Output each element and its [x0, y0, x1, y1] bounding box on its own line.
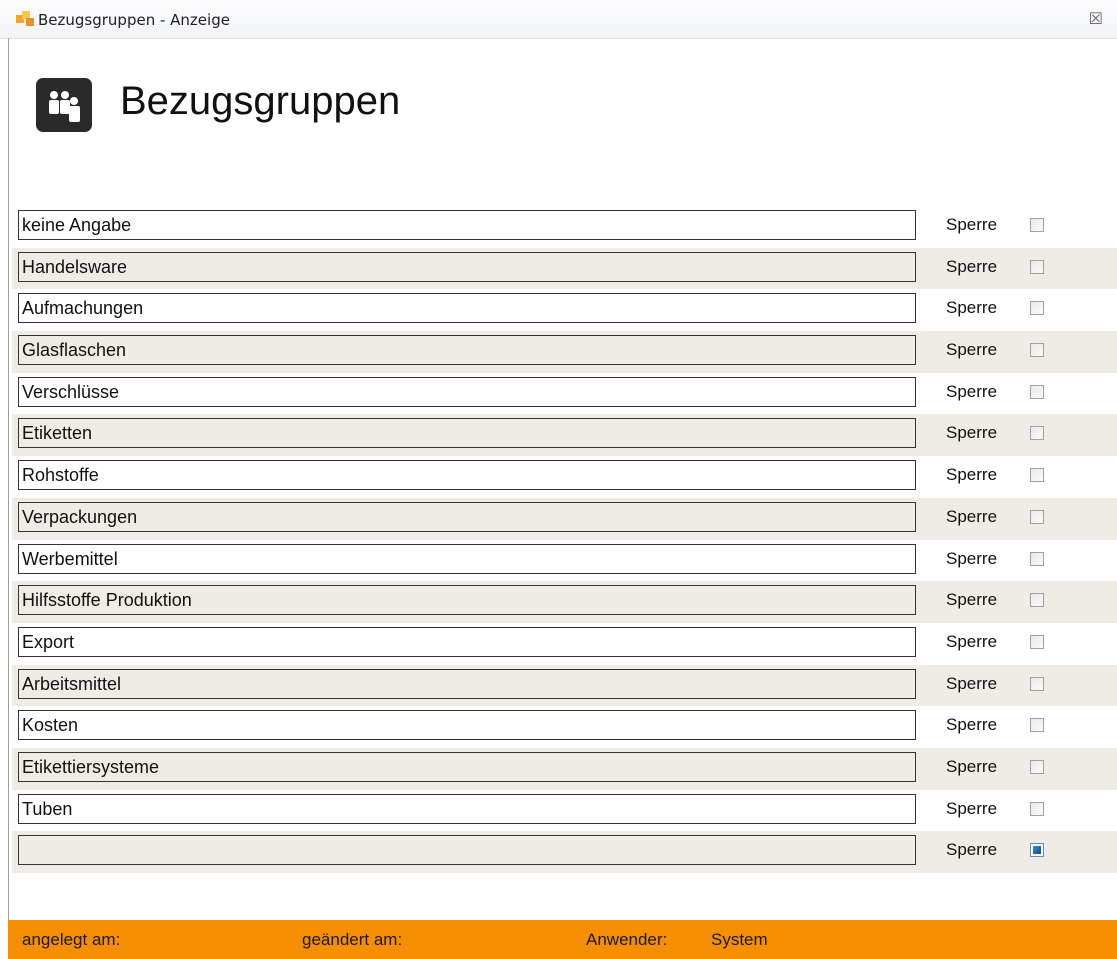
lock-label: Sperre [946, 298, 998, 318]
lock-checkbox[interactable] [1030, 426, 1044, 441]
list-item: Rohstoffe Sperre [12, 456, 1117, 498]
created-label: angelegt am: [22, 930, 121, 949]
group-name-field[interactable]: Etikettiersysteme [18, 751, 916, 782]
lock-label: Sperre [946, 340, 998, 360]
group-name-field[interactable]: Etiketten [18, 418, 916, 449]
app-icon [16, 11, 34, 26]
list-item: Handelsware Sperre [12, 247, 1117, 290]
lock-label: Sperre [946, 423, 998, 443]
window-titlebar: Bezugsgruppen - Anzeige ☒ [0, 0, 1117, 39]
lock-label: Sperre [946, 256, 998, 276]
lock-label: Sperre [946, 756, 998, 776]
lock-label: Sperre [946, 506, 998, 526]
list-item: Kosten Sperre [12, 706, 1117, 748]
group-name-field[interactable]: Hilfsstoffe Produktion [18, 585, 916, 616]
lock-checkbox[interactable] [1030, 468, 1044, 483]
user-label: Anwender: [586, 930, 668, 949]
lock-checkbox[interactable] [1030, 634, 1044, 649]
list-item: Etiketten Sperre [12, 414, 1117, 457]
groups-list: keine Angabe Sperre Handelsware Sperre Aufma… [12, 206, 1117, 873]
list-item: Hilfsstoffe Produktion Sperre [12, 581, 1117, 623]
user-value: System [711, 930, 768, 949]
lock-label: Sperre [946, 590, 998, 610]
group-name-field[interactable]: Rohstoffe [18, 460, 916, 491]
list-item: Verpackungen Sperre [12, 497, 1117, 540]
lock-checkbox[interactable] [1030, 218, 1044, 232]
group-name-field[interactable] [18, 835, 916, 866]
group-name-field[interactable]: keine Angabe [18, 210, 916, 240]
group-name-field[interactable]: Aufmachungen [18, 293, 916, 324]
lock-checkbox[interactable] [1030, 301, 1044, 316]
lock-label: Sperre [946, 715, 998, 735]
lock-checkbox[interactable] [1030, 676, 1044, 691]
list-item: Arbeitsmittel Sperre [12, 664, 1117, 707]
lock-checkbox[interactable] [1030, 593, 1044, 608]
page-title: Bezugsgruppen [120, 79, 401, 123]
list-item: keine Angabe Sperre [12, 206, 1117, 248]
list-item: Verschlüsse Sperre [12, 373, 1117, 415]
list-item: Werbemittel Sperre [12, 540, 1117, 582]
window-title: Bezugsgruppen - Anzeige [38, 11, 230, 29]
close-icon[interactable]: ☒ [1089, 9, 1103, 29]
lock-checkbox[interactable] [1030, 801, 1044, 816]
changed-label: geändert am: [302, 930, 403, 949]
group-name-field[interactable]: Verpackungen [18, 501, 916, 532]
lock-checkbox[interactable] [1030, 759, 1044, 774]
list-item: Etikettiersysteme Sperre [12, 747, 1117, 790]
users-group-icon [36, 78, 92, 132]
window-frame [8, 38, 9, 959]
list-item: Glasflaschen Sperre [12, 331, 1117, 373]
lock-checkbox[interactable] [1030, 343, 1044, 358]
group-name-field[interactable]: Werbemittel [18, 543, 916, 574]
lock-checkbox[interactable] [1030, 384, 1044, 399]
lock-checkbox[interactable] [1030, 509, 1044, 524]
list-item: Aufmachungen Sperre [12, 289, 1117, 331]
group-name-field[interactable]: Export [18, 626, 916, 657]
group-name-field[interactable]: Arbeitsmittel [18, 668, 916, 699]
lock-label: Sperre [946, 673, 998, 693]
lock-checkbox[interactable] [1030, 551, 1044, 566]
group-name-field[interactable]: Handelsware [18, 251, 916, 282]
lock-label: Sperre [946, 465, 998, 485]
group-name-field[interactable]: Verschlüsse [18, 376, 916, 407]
lock-label: Sperre [946, 548, 998, 568]
group-name-field[interactable]: Tuben [18, 793, 916, 824]
group-name-field[interactable]: Kosten [18, 710, 916, 741]
list-item: Sperre [12, 831, 1117, 873]
lock-label: Sperre [946, 798, 998, 818]
lock-checkbox[interactable] [1030, 259, 1044, 274]
list-item: Export Sperre [12, 623, 1117, 665]
status-footer: angelegt am: geändert am: Anwender: Syst… [8, 920, 1117, 959]
lock-checkbox[interactable] [1030, 843, 1044, 858]
group-name-field[interactable]: Glasflaschen [18, 335, 916, 366]
lock-label: Sperre [946, 840, 998, 860]
lock-checkbox[interactable] [1030, 718, 1044, 733]
lock-label: Sperre [946, 215, 998, 234]
list-item: Tuben Sperre [12, 790, 1117, 832]
lock-label: Sperre [946, 631, 998, 651]
lock-label: Sperre [946, 381, 998, 401]
